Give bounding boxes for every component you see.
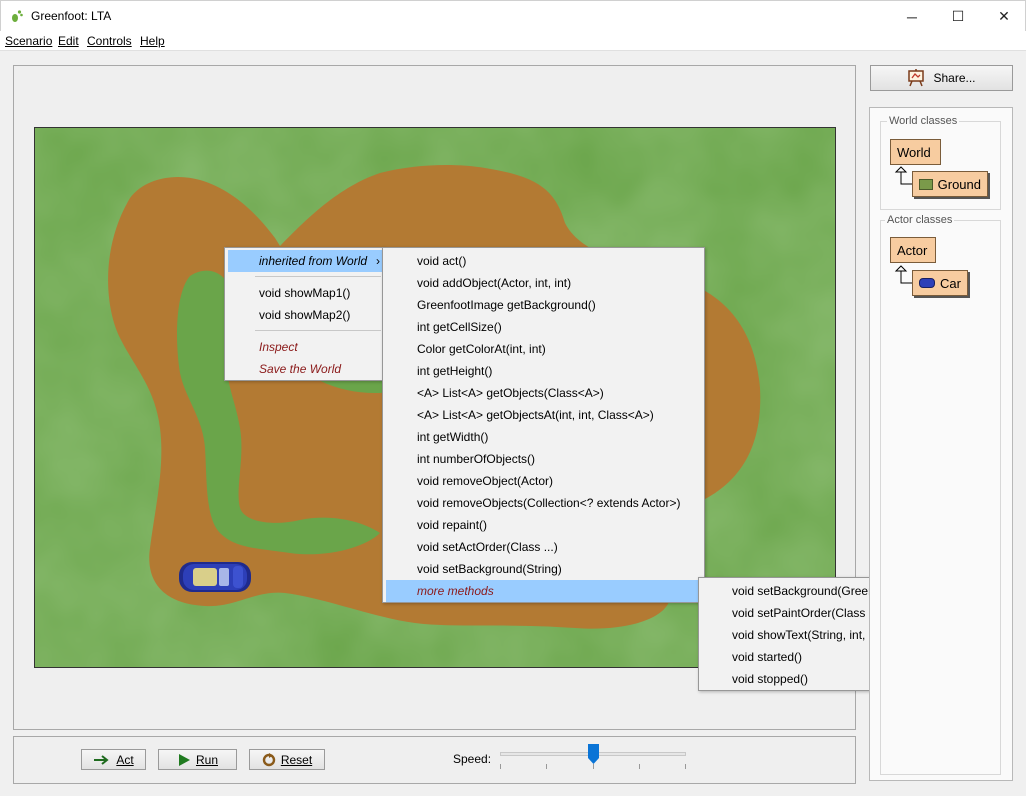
greenfoot-footprint-icon bbox=[12, 10, 23, 22]
inheritance-arrow-icon bbox=[894, 166, 912, 185]
world-classes-title: World classes bbox=[887, 115, 960, 127]
slider-tick bbox=[685, 764, 686, 769]
menu-separator bbox=[255, 276, 381, 277]
menu-item-method[interactable]: GreenfootImage getBackground() bbox=[386, 294, 703, 316]
reset-button[interactable]: Reset bbox=[249, 749, 325, 770]
slider-tick bbox=[500, 764, 501, 769]
slider-tick bbox=[639, 764, 640, 769]
actor-classes-title: Actor classes bbox=[885, 214, 955, 226]
class-actor-label: Actor bbox=[897, 242, 928, 258]
menu-item-more-methods[interactable]: more methods bbox=[386, 580, 703, 602]
close-button[interactable]: ✕ bbox=[981, 1, 1026, 32]
menu-item-method[interactable]: int numberOfObjects() bbox=[386, 448, 703, 470]
menu-edit-label: Edit bbox=[58, 34, 79, 48]
act-label: Act bbox=[116, 752, 134, 767]
class-world-label: World bbox=[897, 144, 931, 160]
menu-item-method[interactable]: void addObject(Actor, int, int) bbox=[386, 272, 703, 294]
act-arrow-icon bbox=[94, 754, 109, 765]
speed-slider-thumb[interactable] bbox=[588, 744, 599, 764]
menu-edit[interactable]: Edit bbox=[58, 34, 79, 48]
menu-item-method[interactable]: <A> List<A> getObjects(Class<A>) bbox=[386, 382, 703, 404]
menu-controls[interactable]: Controls bbox=[87, 34, 132, 48]
slider-tick bbox=[546, 764, 547, 769]
class-ground-label: Ground bbox=[937, 176, 981, 192]
class-world[interactable]: World bbox=[890, 139, 941, 165]
play-icon bbox=[178, 753, 190, 766]
class-ground[interactable]: Ground bbox=[912, 171, 988, 197]
menu-separator bbox=[255, 330, 381, 331]
class-car-label: Car bbox=[940, 275, 961, 291]
act-button[interactable]: Act bbox=[81, 749, 146, 770]
ground-thumbnail-icon bbox=[919, 178, 933, 190]
menu-scenario[interactable]: Scenario bbox=[5, 34, 52, 48]
title-bar: Greenfoot: LTA ─ ☐ ✕ bbox=[0, 0, 1026, 31]
reset-label: Reset bbox=[280, 752, 313, 767]
inherited-label: inherited from World bbox=[259, 254, 368, 268]
easel-icon bbox=[908, 69, 925, 87]
inherited-methods-menu: void act() void addObject(Actor, int, in… bbox=[382, 247, 705, 603]
world-context-menu: inherited from World › void showMap1() v… bbox=[224, 247, 384, 381]
menu-bar: Scenario Edit Controls Help bbox=[0, 31, 1026, 51]
class-actor[interactable]: Actor bbox=[890, 237, 936, 263]
reset-icon bbox=[262, 752, 276, 766]
share-button[interactable]: Share... bbox=[870, 65, 1013, 91]
menu-item-method[interactable]: int getWidth() bbox=[386, 426, 703, 448]
menu-item-method[interactable]: void act() bbox=[386, 250, 703, 272]
menu-item-showmap2[interactable]: void showMap2() bbox=[228, 304, 383, 326]
menu-item-inspect[interactable]: Inspect bbox=[228, 336, 383, 358]
menu-item-save-the-world[interactable]: Save the World bbox=[228, 358, 383, 380]
minimize-button[interactable]: ─ bbox=[889, 1, 935, 32]
run-button[interactable]: Run bbox=[158, 749, 237, 770]
menu-help-label: Help bbox=[140, 34, 165, 48]
menu-item-method[interactable]: void setActOrder(Class ...) bbox=[386, 536, 703, 558]
menu-help[interactable]: Help bbox=[140, 34, 165, 48]
window-title: Greenfoot: LTA bbox=[31, 9, 112, 23]
menu-item-method[interactable]: void setBackground(String) bbox=[386, 558, 703, 580]
submenu-arrow-icon: › bbox=[376, 254, 380, 268]
menu-item-method[interactable]: void repaint() bbox=[386, 514, 703, 536]
menu-item-method[interactable]: Color getColorAt(int, int) bbox=[386, 338, 703, 360]
menu-controls-label: Controls bbox=[87, 34, 132, 48]
share-label: Share... bbox=[933, 71, 976, 85]
actor-classes-group bbox=[880, 220, 1001, 775]
speed-label: Speed: bbox=[453, 752, 492, 766]
menu-item-method[interactable]: int getCellSize() bbox=[386, 316, 703, 338]
run-label: Run bbox=[195, 752, 218, 767]
inheritance-arrow-icon bbox=[894, 265, 912, 284]
menu-item-method[interactable]: void removeObject(Actor) bbox=[386, 470, 703, 492]
slider-tick bbox=[593, 764, 594, 769]
menu-item-method[interactable]: <A> List<A> getObjectsAt(int, int, Class… bbox=[386, 404, 703, 426]
class-car[interactable]: Car bbox=[912, 270, 968, 296]
maximize-button[interactable]: ☐ bbox=[935, 1, 981, 32]
menu-item-showmap1[interactable]: void showMap1() bbox=[228, 282, 383, 304]
menu-item-method[interactable]: int getHeight() bbox=[386, 360, 703, 382]
menu-item-method[interactable]: void removeObjects(Collection<? extends … bbox=[386, 492, 703, 514]
car-actor[interactable] bbox=[179, 562, 251, 592]
menu-item-inherited-from-world[interactable]: inherited from World › bbox=[228, 250, 383, 272]
car-thumbnail-icon bbox=[919, 278, 935, 288]
menu-scenario-label: Scenario bbox=[5, 34, 53, 48]
